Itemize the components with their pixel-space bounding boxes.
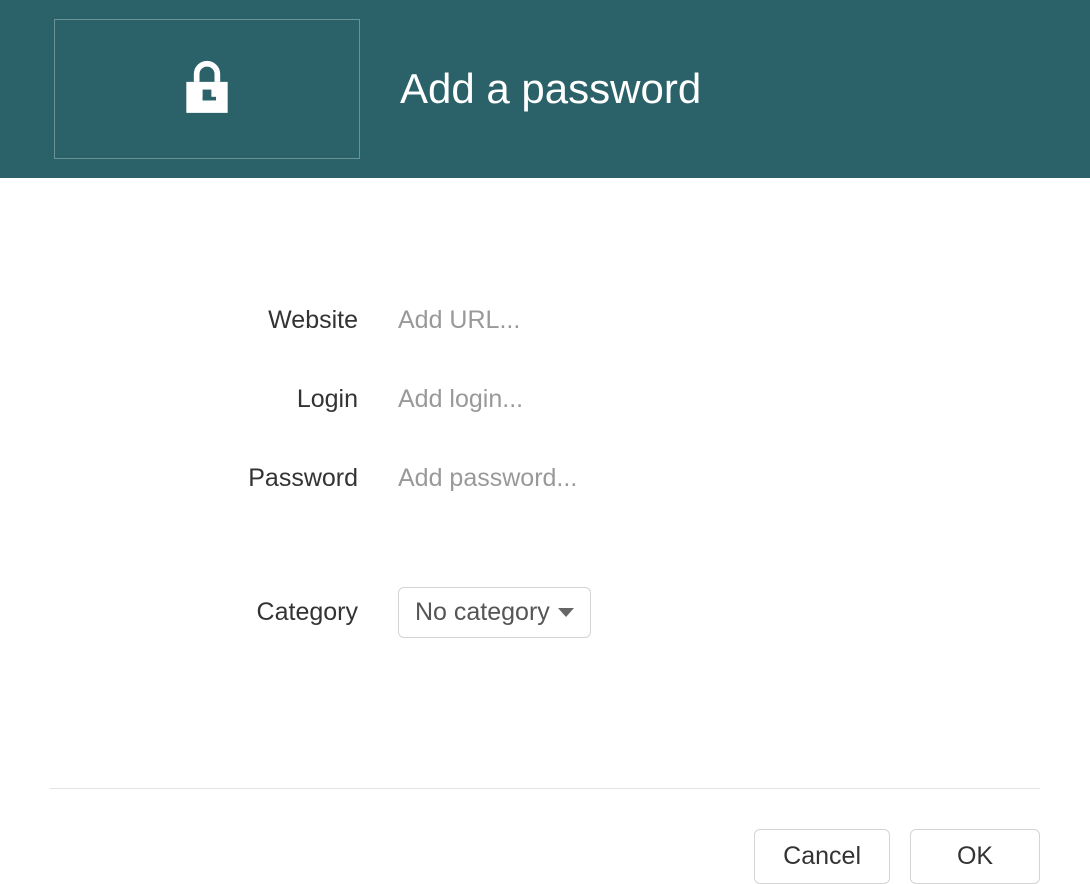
- website-row: Website: [50, 306, 1040, 335]
- chevron-down-icon: [558, 608, 574, 617]
- website-label: Website: [50, 306, 398, 335]
- login-label: Login: [50, 385, 398, 414]
- category-row: Category No category: [50, 587, 1040, 638]
- password-row: Password: [50, 464, 1040, 493]
- category-selected-value: No category: [415, 598, 550, 627]
- dialog-title: Add a password: [400, 65, 701, 113]
- dialog-footer: Cancel OK: [0, 789, 1090, 884]
- password-input[interactable]: [398, 464, 898, 493]
- cancel-button[interactable]: Cancel: [754, 829, 890, 884]
- category-label: Category: [50, 598, 398, 627]
- password-label: Password: [50, 464, 398, 493]
- form-area: Website Login Password Category No categ…: [0, 178, 1090, 688]
- ok-button[interactable]: OK: [910, 829, 1040, 884]
- header-icon-box: [54, 19, 360, 159]
- category-select[interactable]: No category: [398, 587, 591, 638]
- login-input[interactable]: [398, 385, 898, 414]
- dialog-header: Add a password: [0, 0, 1090, 178]
- lock-icon: [176, 56, 238, 123]
- website-input[interactable]: [398, 306, 898, 335]
- login-row: Login: [50, 385, 1040, 414]
